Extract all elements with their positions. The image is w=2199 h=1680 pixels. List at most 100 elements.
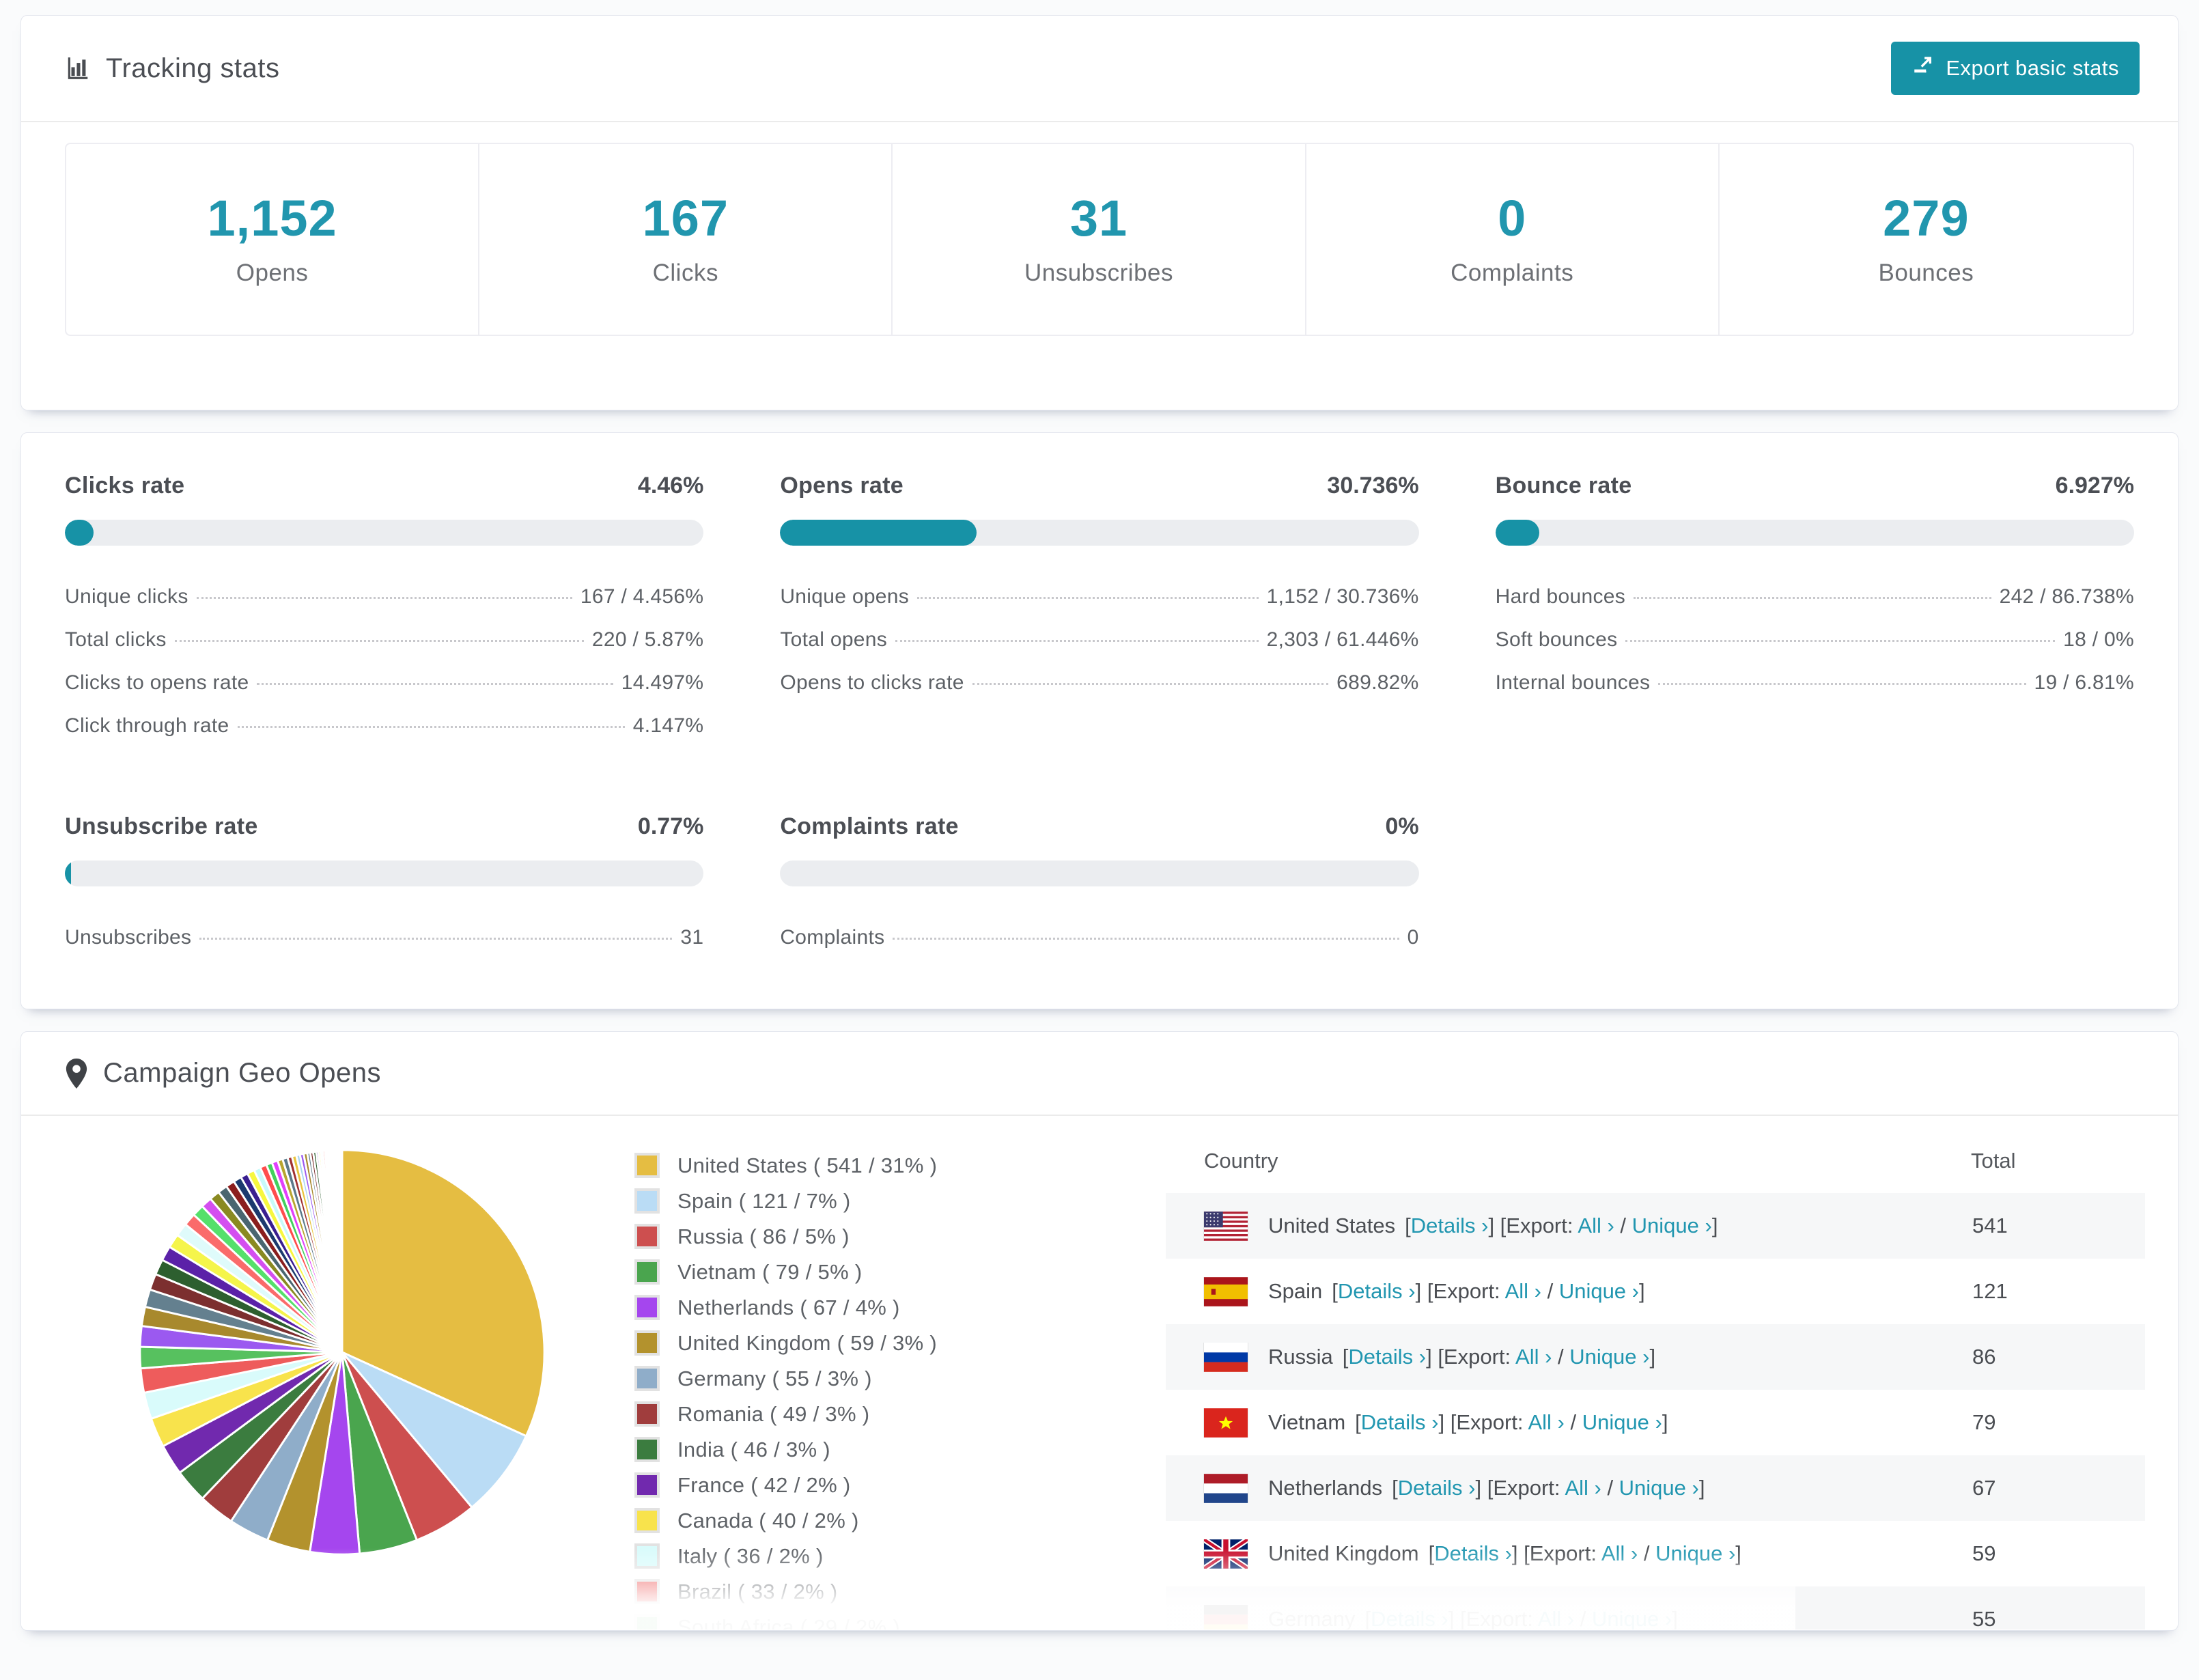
legend-item-italy: Italy ( 36 / 2% ) (634, 1543, 1112, 1569)
country-cell: Vietnam [Details ›] [Export: All › / Uniq… (1166, 1408, 1971, 1438)
rate-row-value: 689.82% (1336, 671, 1419, 694)
rate-head: Clicks rate 4.46% (65, 473, 703, 499)
flag-icon-nl (1204, 1473, 1248, 1503)
legend-item-romania: Romania ( 49 / 3% ) (634, 1401, 1112, 1427)
rate-progressbar (65, 520, 704, 546)
export-unique-link-russia[interactable]: Unique › (1569, 1345, 1649, 1369)
rate-head: Bounce rate 6.927% (1496, 473, 2134, 499)
country-total: 59 (1972, 1541, 1996, 1565)
country-name: United Kingdom (1268, 1541, 1419, 1565)
rate-row: Unsubscribes 31 (65, 916, 703, 960)
country-total: 79 (1972, 1410, 1996, 1434)
rate-row-label: Opens to clicks rate (780, 671, 964, 694)
legend-label: Netherlands ( 67 / 4% ) (677, 1295, 900, 1319)
legend-swatch (634, 1224, 660, 1249)
details-link-united-kingdom[interactable]: Details › (1434, 1541, 1512, 1565)
legend-swatch-color (637, 1617, 657, 1629)
legend-swatch (634, 1401, 660, 1427)
legend-swatch-color (637, 1404, 657, 1424)
export-all-link-netherlands[interactable]: All › (1565, 1476, 1601, 1500)
rate-progressbar-fill (780, 520, 977, 546)
dashboard-page: Tracking stats Export basic stats 1,152 O… (0, 0, 2199, 1680)
country-cell: Spain [Details ›] [Export: All › / Unique… (1166, 1276, 1971, 1306)
rate-value: 4.46% (637, 473, 704, 499)
rate-block-unsubscribe-rate: Unsubscribe rate 0.77% Unsubscribes 31 (65, 813, 704, 960)
export-unique-link-united-states[interactable]: Unique › (1632, 1214, 1712, 1237)
table-row-netherlands: Netherlands [Details ›] [Export: All › / … (1166, 1455, 2145, 1521)
table-row-spain: Spain [Details ›] [Export: All › / Unique… (1166, 1259, 2145, 1324)
export-unique-link-germany[interactable]: Unique › (1592, 1607, 1672, 1629)
export-icon (1911, 54, 1935, 83)
country-links: [Details ›] [Export: All › / Unique ›] (1405, 1214, 1718, 1237)
details-link-spain[interactable]: Details › (1338, 1279, 1416, 1303)
country-name: Germany (1268, 1607, 1356, 1629)
bar-chart-icon (65, 55, 91, 81)
stat-cell-complaints: 0 Complaints (1306, 144, 1720, 335)
dotted-leader (895, 640, 1259, 642)
country-total: 67 (1972, 1476, 1996, 1500)
rate-row: Clicks to opens rate 14.497% (65, 662, 703, 705)
rate-progressbar (1495, 520, 2134, 546)
legend-swatch (634, 1330, 660, 1356)
legend-swatch (634, 1259, 660, 1285)
country-cell: Germany [Details ›] [Export: All › / Uniq… (1166, 1604, 1971, 1629)
country-links: [Details ›] [Export: All › / Unique ›] (1342, 1345, 1656, 1369)
geo-table-body: United States [Details ›] [Export: All › … (1166, 1193, 2145, 1629)
export-all-link-germany[interactable]: All › (1538, 1607, 1574, 1629)
details-link-russia[interactable]: Details › (1348, 1345, 1426, 1369)
rate-row-label: Clicks to opens rate (65, 671, 249, 694)
flag-icon-gb (1204, 1539, 1248, 1569)
rate-rows: Complaints 0 (780, 916, 1418, 960)
country-cell: United Kingdom [Details ›] [Export: All ›… (1166, 1539, 1971, 1569)
legend-swatch (634, 1295, 660, 1320)
rate-block-clicks-rate: Clicks rate 4.46% Unique clicks 167 / 4.456… (65, 473, 704, 748)
table-row-vietnam: Vietnam [Details ›] [Export: All › / Uniq… (1166, 1390, 2145, 1455)
export-basic-stats-button[interactable]: Export basic stats (1891, 42, 2140, 95)
stat-cell-bounces: 279 Bounces (1720, 144, 2133, 335)
rate-title: Clicks rate (65, 473, 185, 499)
legend-swatch (634, 1614, 660, 1629)
details-link-netherlands[interactable]: Details › (1398, 1476, 1476, 1500)
pie-slice-65[interactable] (340, 1149, 344, 1353)
details-link-germany[interactable]: Details › (1371, 1607, 1448, 1629)
legend-swatch-color (637, 1475, 657, 1495)
tracking-stats-header: Tracking stats Export basic stats (21, 16, 2178, 122)
stat-label: Bounces (1878, 260, 1974, 286)
rate-head: Unsubscribe rate 0.77% (65, 813, 703, 840)
export-unique-link-united-kingdom[interactable]: Unique › (1655, 1541, 1735, 1565)
rate-row-value: 2,303 / 61.446% (1266, 628, 1419, 651)
export-all-link-united-kingdom[interactable]: All › (1601, 1541, 1638, 1565)
export-all-link-russia[interactable]: All › (1515, 1345, 1552, 1369)
country-name: Russia (1268, 1345, 1333, 1369)
rate-title: Bounce rate (1495, 473, 1632, 499)
legend-swatch-color (637, 1333, 657, 1353)
rate-row: Internal bounces 19 / 6.81% (1496, 662, 2134, 705)
legend-item-south-africa: South Africa ( 29 / 2% ) (634, 1614, 1112, 1629)
export-unique-link-vietnam[interactable]: Unique › (1582, 1410, 1662, 1434)
rate-row-value: 1,152 / 30.736% (1266, 585, 1419, 608)
details-link-united-states[interactable]: Details › (1411, 1214, 1489, 1237)
details-link-vietnam[interactable]: Details › (1361, 1410, 1439, 1434)
rate-row-label: Unique opens (780, 585, 910, 608)
rate-block-bounce-rate: Bounce rate 6.927% Hard bounces 242 / 86.73… (1495, 473, 2134, 748)
country-total: 121 (1972, 1279, 2008, 1303)
geo-table: Country Total United States [Details ›] [… (1166, 1128, 2145, 1629)
rate-row: Unique clicks 167 / 4.456% (65, 576, 703, 619)
rate-progressbar (65, 860, 704, 886)
rate-row-value: 14.497% (621, 671, 704, 694)
legend-swatch-color (637, 1298, 657, 1317)
export-all-link-united-states[interactable]: All › (1578, 1214, 1614, 1237)
export-unique-link-netherlands[interactable]: Unique › (1619, 1476, 1699, 1500)
rate-row: Opens to clicks rate 689.82% (780, 662, 1418, 705)
country-name: Vietnam (1268, 1410, 1346, 1434)
export-all-link-vietnam[interactable]: All › (1528, 1410, 1564, 1434)
rate-row-value: 4.147% (632, 714, 704, 737)
rate-value: 0.77% (637, 813, 704, 839)
flag-icon-vn (1204, 1408, 1248, 1438)
dotted-leader (199, 938, 673, 940)
export-unique-link-spain[interactable]: Unique › (1559, 1279, 1639, 1303)
legend-swatch-color (637, 1262, 657, 1282)
export-all-link-spain[interactable]: All › (1505, 1279, 1541, 1303)
rate-rows: Unique opens 1,152 / 30.736% Total opens 2,… (780, 576, 1418, 705)
country-cell: United States [Details ›] [Export: All › … (1166, 1211, 1971, 1241)
